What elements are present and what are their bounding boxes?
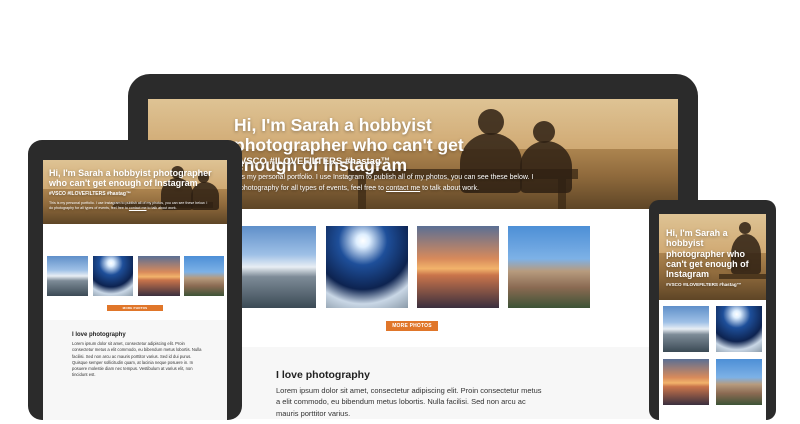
tablet-hero: Hi, I'm Sarah a hobbyist photographer wh… bbox=[43, 160, 227, 224]
sunset-lake-photo[interactable] bbox=[417, 226, 499, 308]
hero-hashtags: VSCO #ILOVEFILTERS #hastag™ bbox=[240, 156, 391, 167]
tablet-more-photos-button[interactable]: MORE PHOTOS bbox=[107, 305, 163, 311]
about-title: I love photography bbox=[276, 369, 370, 381]
rock-spire-photo[interactable] bbox=[508, 226, 590, 308]
phone-hero: Hi, I'm Sarah a hobbyist photographer wh… bbox=[659, 214, 766, 300]
summit-starburst-photo[interactable] bbox=[326, 226, 408, 308]
phone-screen: Hi, I'm Sarah a hobbyist photographer wh… bbox=[659, 214, 766, 424]
phone-hero-title: Hi, I'm Sarah a hobbyist photographer wh… bbox=[666, 228, 749, 280]
phone-sunset-lake-photo[interactable] bbox=[663, 359, 709, 405]
phone-mountain-lake-photo[interactable] bbox=[663, 306, 709, 352]
tablet-frame: Hi, I'm Sarah a hobbyist photographer wh… bbox=[28, 140, 242, 420]
tablet-hero-title: Hi, I'm Sarah a hobbyist photographer wh… bbox=[49, 168, 212, 189]
tablet-hero-intro-text: This is my personal portfolio. I use Ins… bbox=[49, 201, 208, 211]
tablet-hero-hashtags: #VSCO #ILOVEFILTERS #hastag™ bbox=[49, 191, 131, 197]
tablet-screen: Hi, I'm Sarah a hobbyist photographer wh… bbox=[43, 160, 227, 420]
mountain-lake-photo[interactable] bbox=[240, 226, 316, 308]
hero-intro-text: is my personal portfolio. I use Instagra… bbox=[240, 174, 534, 192]
contact-me-link[interactable]: contact me bbox=[386, 185, 420, 192]
tablet-mountain-lake-photo[interactable] bbox=[47, 256, 88, 296]
tablet-about-title: I love photography bbox=[72, 332, 126, 338]
phone-frame: Hi, I'm Sarah a hobbyist photographer wh… bbox=[649, 200, 776, 424]
phone-summit-starburst-photo[interactable] bbox=[716, 306, 762, 352]
phone-rock-spire-photo[interactable] bbox=[716, 359, 762, 405]
tablet-rock-spire-photo[interactable] bbox=[184, 256, 224, 296]
tablet-sunset-lake-photo[interactable] bbox=[138, 256, 180, 296]
tablet-about-text: Lorem ipsum dolor sit amet, consectetur … bbox=[72, 341, 202, 378]
about-text: Lorem ipsum dolor sit amet, consectetur … bbox=[276, 386, 542, 418]
tablet-summit-starburst-photo[interactable] bbox=[93, 256, 133, 296]
phone-hero-hashtags: #VSCO #ILOVEFILTERS #hastag™ bbox=[666, 282, 742, 287]
more-photos-button[interactable]: MORE PHOTOS bbox=[386, 321, 438, 331]
